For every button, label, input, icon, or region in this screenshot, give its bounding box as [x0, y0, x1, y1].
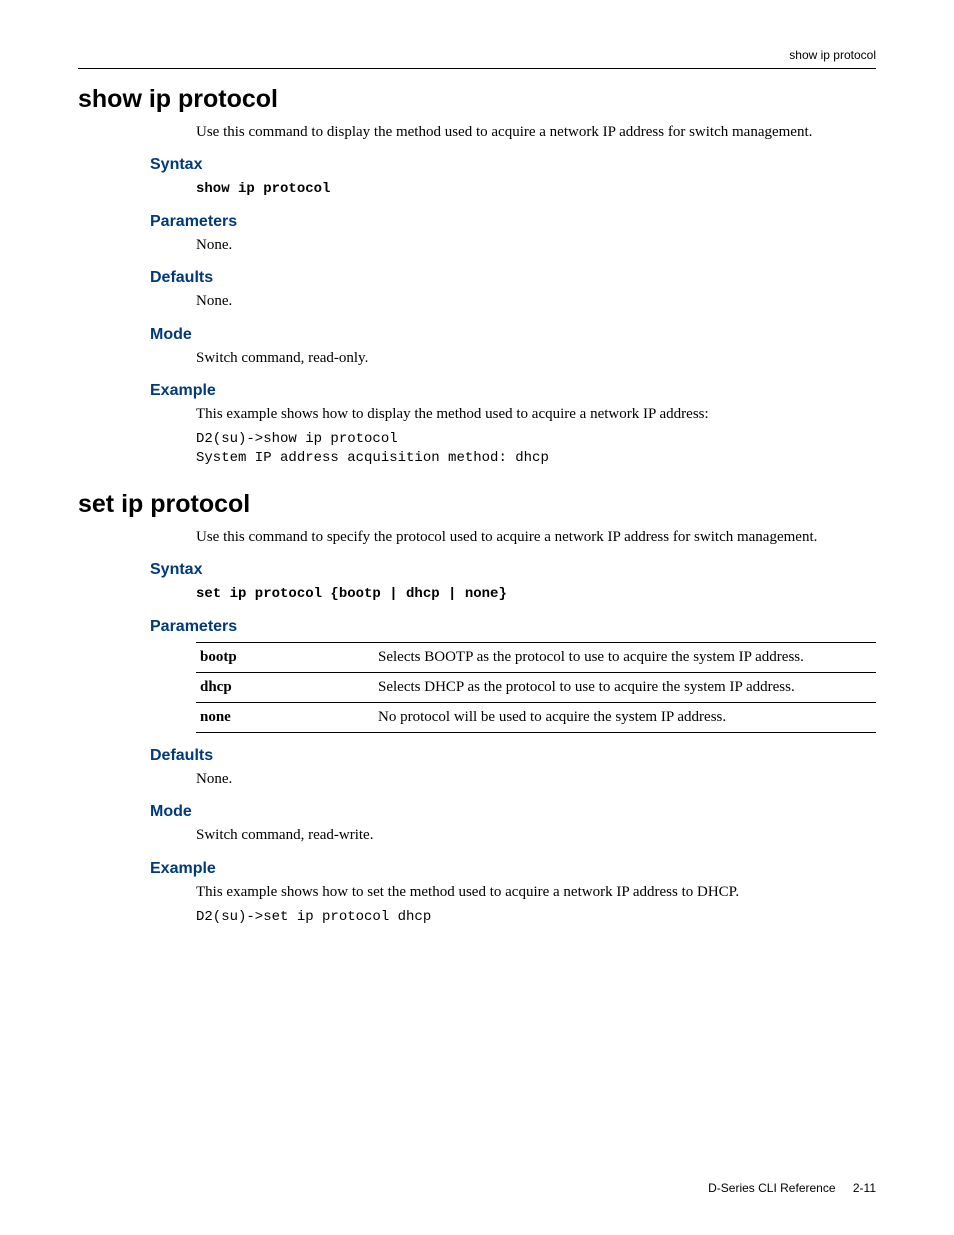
example-text: This example shows how to set the method… — [196, 882, 856, 902]
param-desc: Selects DHCP as the protocol to use to a… — [374, 673, 876, 703]
example-heading: Example — [150, 860, 876, 878]
param-key: none — [196, 703, 374, 733]
table-row: bootp Selects BOOTP as the protocol to u… — [196, 643, 876, 673]
table-row: none No protocol will be used to acquire… — [196, 703, 876, 733]
command-description: Use this command to specify the protocol… — [196, 527, 856, 547]
mode-heading: Mode — [150, 326, 876, 344]
parameters-table: bootp Selects BOOTP as the protocol to u… — [196, 642, 876, 733]
mode-heading: Mode — [150, 803, 876, 821]
syntax-heading: Syntax — [150, 156, 876, 174]
defaults-text: None. — [196, 291, 856, 311]
defaults-text: None. — [196, 769, 856, 789]
command-title-set-ip-protocol: set ip protocol — [78, 490, 876, 519]
parameters-heading: Parameters — [150, 618, 876, 636]
header-rule — [78, 68, 876, 69]
example-code: D2(su)->show ip protocol System IP addre… — [196, 430, 876, 468]
page: show ip protocol show ip protocol Use th… — [0, 0, 954, 1235]
example-heading: Example — [150, 382, 876, 400]
footer-book: D-Series CLI Reference — [708, 1181, 835, 1195]
example-code: D2(su)->set ip protocol dhcp — [196, 908, 876, 927]
syntax-heading: Syntax — [150, 561, 876, 579]
footer: D-Series CLI Reference 2-11 — [708, 1181, 876, 1195]
syntax-code: show ip protocol — [196, 180, 876, 199]
mode-text: Switch command, read-only. — [196, 348, 856, 368]
defaults-heading: Defaults — [150, 747, 876, 765]
parameters-heading: Parameters — [150, 213, 876, 231]
syntax-code: set ip protocol {bootp | dhcp | none} — [196, 585, 876, 604]
example-text: This example shows how to display the me… — [196, 404, 856, 424]
table-row: dhcp Selects DHCP as the protocol to use… — [196, 673, 876, 703]
param-desc: Selects BOOTP as the protocol to use to … — [374, 643, 876, 673]
command-title-show-ip-protocol: show ip protocol — [78, 85, 876, 114]
command-description: Use this command to display the method u… — [196, 122, 856, 142]
footer-page: 2-11 — [853, 1181, 876, 1195]
header-breadcrumb: show ip protocol — [78, 48, 876, 68]
param-key: bootp — [196, 643, 374, 673]
mode-text: Switch command, read-write. — [196, 825, 856, 845]
param-key: dhcp — [196, 673, 374, 703]
parameters-text: None. — [196, 235, 856, 255]
param-desc: No protocol will be used to acquire the … — [374, 703, 876, 733]
defaults-heading: Defaults — [150, 269, 876, 287]
